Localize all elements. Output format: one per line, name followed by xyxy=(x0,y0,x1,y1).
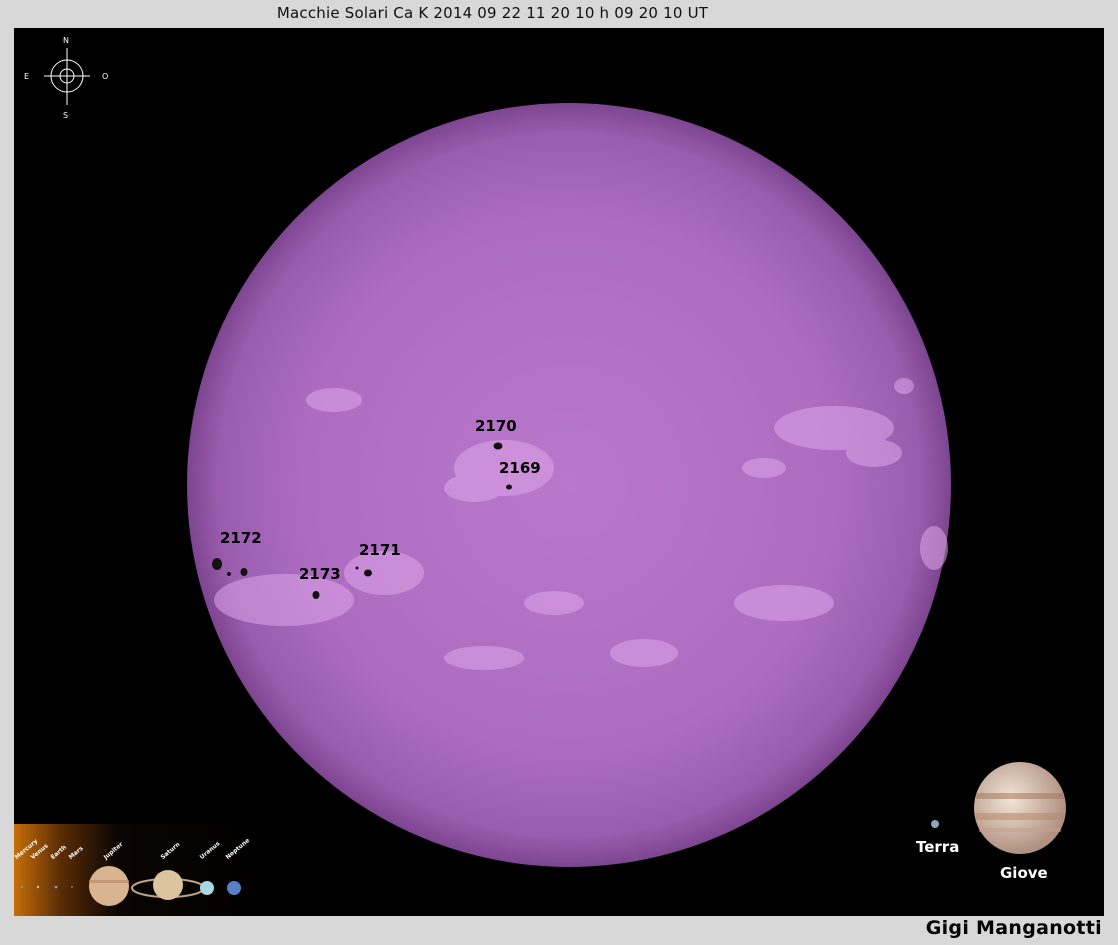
solar-image-frame: N S E O 2170 2169 2172 2171 2173 Mercury… xyxy=(14,28,1104,916)
sun-disk-image xyxy=(14,48,1066,916)
compass-south: S xyxy=(63,111,69,120)
compass-north: N xyxy=(63,36,69,45)
jupiter-comparison xyxy=(974,762,1066,854)
image-title: Macchie Solari Ca K 2014 09 22 11 20 10 … xyxy=(276,4,709,22)
compass-west: O xyxy=(102,72,109,81)
sunspot-2170 xyxy=(493,442,503,450)
sunspot-label-2169: 2169 xyxy=(499,459,541,477)
compass-rose xyxy=(44,48,90,105)
photographer-credit: Gigi Manganotti xyxy=(925,917,1102,939)
sunspot-label-2173: 2173 xyxy=(299,565,341,583)
sun-disk xyxy=(187,103,951,867)
sunspot-2172a xyxy=(212,558,222,570)
sunspot-2171a xyxy=(364,569,372,577)
sunspot-label-2172: 2172 xyxy=(220,529,262,547)
planet-strip-bg xyxy=(14,824,274,916)
sunspot-2172b xyxy=(240,568,248,576)
compass-east: E xyxy=(24,72,30,81)
sunspot-label-2170: 2170 xyxy=(475,417,517,435)
earth-comparison xyxy=(931,820,939,828)
sunspot-label-2171: 2171 xyxy=(359,541,401,559)
sunspot-2169 xyxy=(506,484,512,490)
jupiter-label: Giove xyxy=(1000,864,1048,882)
sunspot-2171b xyxy=(355,566,359,570)
sunspot-2173 xyxy=(312,591,320,599)
earth-label: Terra xyxy=(916,838,960,856)
sunspot-2172c xyxy=(227,572,231,576)
